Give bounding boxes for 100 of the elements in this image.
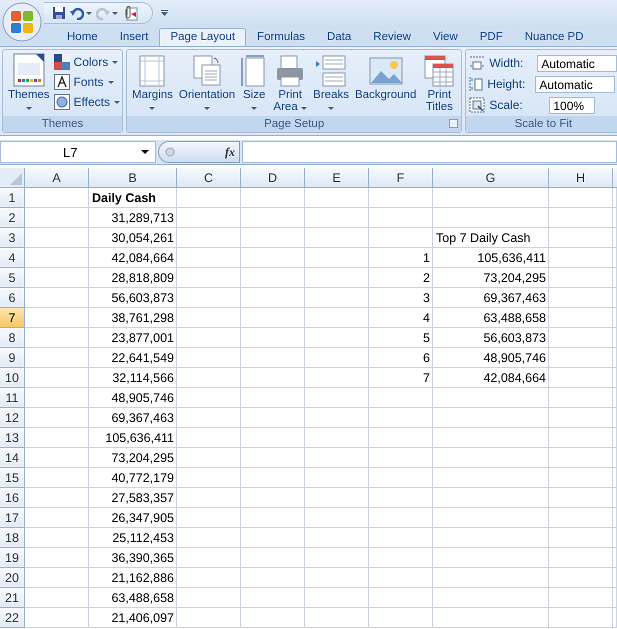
table-cell-text: 69,367,463	[482, 290, 547, 307]
table-cell-text: 21,406,097	[110, 610, 175, 627]
group-label: Scale to Fit	[514, 118, 572, 130]
group-label: Themes	[42, 118, 84, 130]
column-header[interactable]: D	[241, 168, 305, 188]
ribbon-tab[interactable]: Review	[362, 28, 422, 46]
table-cell-text: 56,603,873	[110, 290, 175, 307]
table-cell-text: 48,905,746	[110, 390, 175, 407]
ribbon-tab[interactable]: PDF	[468, 28, 514, 46]
effects-circle-icon	[54, 94, 70, 110]
table-cell-text: 105,636,411	[476, 250, 547, 267]
ribbon-tab[interactable]: Page Layout	[159, 28, 246, 46]
table-cell-text: 21,162,886	[110, 570, 175, 587]
ribbon-button[interactable]: Print Area	[271, 53, 310, 116]
ribbon-tab[interactable]: Data	[316, 28, 362, 46]
row-header[interactable]: 19	[0, 548, 25, 568]
page-size-icon	[241, 55, 268, 87]
table-cell-text: 5	[422, 330, 431, 347]
redo-icon	[96, 6, 110, 20]
table-cell-text: 3	[422, 290, 431, 307]
table-cell-text: 22,641,549	[110, 350, 175, 367]
formula-input[interactable]	[242, 141, 617, 163]
field-label: Height:	[487, 77, 526, 91]
table-cell-text: 38,761,298	[110, 310, 175, 327]
table-cell-text: 25,112,453	[111, 530, 175, 547]
ribbon-button[interactable]: Themes	[6, 53, 52, 116]
row-header[interactable]: 7	[0, 308, 25, 328]
row-header[interactable]: 13	[0, 428, 25, 448]
column-header[interactable]: B	[89, 168, 177, 188]
ribbon-button[interactable]: Effects	[54, 94, 120, 110]
ribbon-button[interactable]: Breaks	[311, 53, 351, 116]
name-box[interactable]: L7	[0, 141, 156, 163]
theme-swatch-icon	[12, 53, 45, 87]
row-header[interactable]: 17	[0, 508, 25, 528]
table-cell-text: 69,367,463	[110, 410, 175, 427]
column-header[interactable]: A	[25, 168, 89, 188]
row-header[interactable]: 1	[0, 188, 25, 208]
ribbon-tab[interactable]: Insert	[108, 28, 160, 46]
table-cell-text: 42,084,664	[482, 370, 547, 387]
table-cell-text: 32,114,566	[111, 370, 175, 387]
field-label: Scale:	[489, 98, 524, 112]
ribbon-button[interactable]: Print Titles	[420, 53, 458, 116]
column-header[interactable]: F	[369, 168, 433, 188]
row-header[interactable]: 9	[0, 348, 25, 368]
row-header[interactable]: 5	[0, 268, 25, 288]
column-header[interactable]: C	[177, 168, 241, 188]
row-header[interactable]: 22	[0, 608, 25, 628]
row-header[interactable]: 18	[0, 528, 25, 548]
column-header[interactable]: G	[433, 168, 549, 188]
row-header[interactable]: 10	[0, 368, 25, 388]
table-cell-text: 42,084,664	[110, 250, 175, 267]
ribbon-button[interactable]: Size	[239, 53, 270, 116]
row-header[interactable]: 12	[0, 408, 25, 428]
row-header[interactable]: 8	[0, 328, 25, 348]
table-cell-text: 63,488,658	[110, 590, 175, 607]
row-header[interactable]: 11	[0, 388, 25, 408]
table-cell-text: 56,603,873	[482, 330, 547, 347]
row-header[interactable]: 21	[0, 588, 25, 608]
table-cell-text: 6	[422, 350, 431, 367]
table-cell-text: 73,204,295	[110, 450, 175, 467]
ribbon-tab[interactable]: View	[422, 28, 469, 46]
undo-icon	[70, 6, 84, 20]
table-cell-text: 36,390,365	[110, 550, 175, 567]
row-header[interactable]: 14	[0, 448, 25, 468]
width-arrows-icon	[469, 56, 486, 70]
height-arrows-icon	[469, 76, 484, 92]
ribbon-tab[interactable]: Home	[56, 28, 109, 46]
ribbon-button[interactable]: Background	[352, 53, 418, 116]
table-cell-text: 48,905,746	[482, 350, 547, 367]
row-header[interactable]: 6	[0, 288, 25, 308]
field-label: Width:	[489, 56, 524, 70]
row-header[interactable]: 4	[0, 248, 25, 268]
insert-function-button[interactable]: fx	[225, 144, 235, 160]
row-header[interactable]: 16	[0, 488, 25, 508]
dropdown-field[interactable]: Automatic	[535, 76, 616, 92]
undo-button[interactable]	[70, 6, 92, 20]
scale-icon	[469, 97, 486, 113]
ribbon-tab[interactable]: Nuance PD	[514, 28, 585, 46]
column-header[interactable]: H	[549, 168, 613, 188]
save-button[interactable]	[52, 6, 66, 20]
ribbon-button[interactable]: Colors	[54, 54, 120, 70]
print-titles-icon	[424, 55, 454, 87]
printer-icon	[275, 55, 306, 87]
page-breaks-icon	[315, 55, 348, 87]
spin-field[interactable]: 100%	[549, 96, 596, 114]
ribbon-button[interactable]: Orientation	[176, 53, 238, 116]
table-cell-text: 73,204,295	[482, 270, 547, 287]
table-cell-text: 2	[422, 270, 431, 287]
table-cell-text: 28,818,809	[110, 270, 175, 287]
table-cell-text: Top 7 Daily Cash	[435, 230, 532, 247]
ribbon-tab[interactable]: Formulas	[246, 28, 316, 46]
ribbon-button[interactable]: Fonts	[54, 74, 120, 90]
row-header[interactable]: 2	[0, 208, 25, 228]
row-header[interactable]: 3	[0, 228, 25, 248]
customize-button[interactable]	[161, 10, 168, 16]
ribbon-button[interactable]: Margins	[130, 53, 175, 116]
row-header[interactable]: 20	[0, 568, 25, 588]
column-header[interactable]: E	[305, 168, 369, 188]
row-header[interactable]: 15	[0, 468, 25, 488]
dropdown-field[interactable]: Automatic	[537, 54, 617, 72]
